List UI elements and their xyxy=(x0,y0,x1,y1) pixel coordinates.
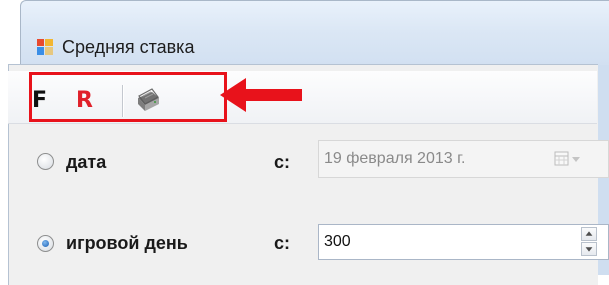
title-bar[interactable]: Средняя ставка xyxy=(21,1,609,65)
window-title: Средняя ставка xyxy=(62,37,195,57)
calendar-dropdown-icon[interactable] xyxy=(554,150,594,168)
date-radio[interactable] xyxy=(37,153,54,170)
game-day-from-label: с: xyxy=(274,233,291,253)
app-window-icon xyxy=(37,39,53,55)
date-label: дата xyxy=(66,152,107,172)
date-from-label: с: xyxy=(274,152,291,172)
date-picker[interactable]: 19 февраля 2013 г. xyxy=(318,140,609,178)
game-day-radio[interactable] xyxy=(37,235,54,252)
red-arrow-icon xyxy=(220,78,302,112)
spin-up-icon[interactable] xyxy=(581,227,597,241)
game-day-input[interactable]: 300 xyxy=(318,224,609,260)
game-day-value: 300 xyxy=(324,233,351,250)
spin-down-icon[interactable] xyxy=(581,242,597,256)
date-value: 19 февраля 2013 г. xyxy=(324,150,466,167)
toolbar-highlight-box xyxy=(29,72,227,122)
radio-selected-dot xyxy=(42,240,49,247)
game-day-label: игровой день xyxy=(66,233,188,253)
numeric-spinner xyxy=(581,227,597,257)
